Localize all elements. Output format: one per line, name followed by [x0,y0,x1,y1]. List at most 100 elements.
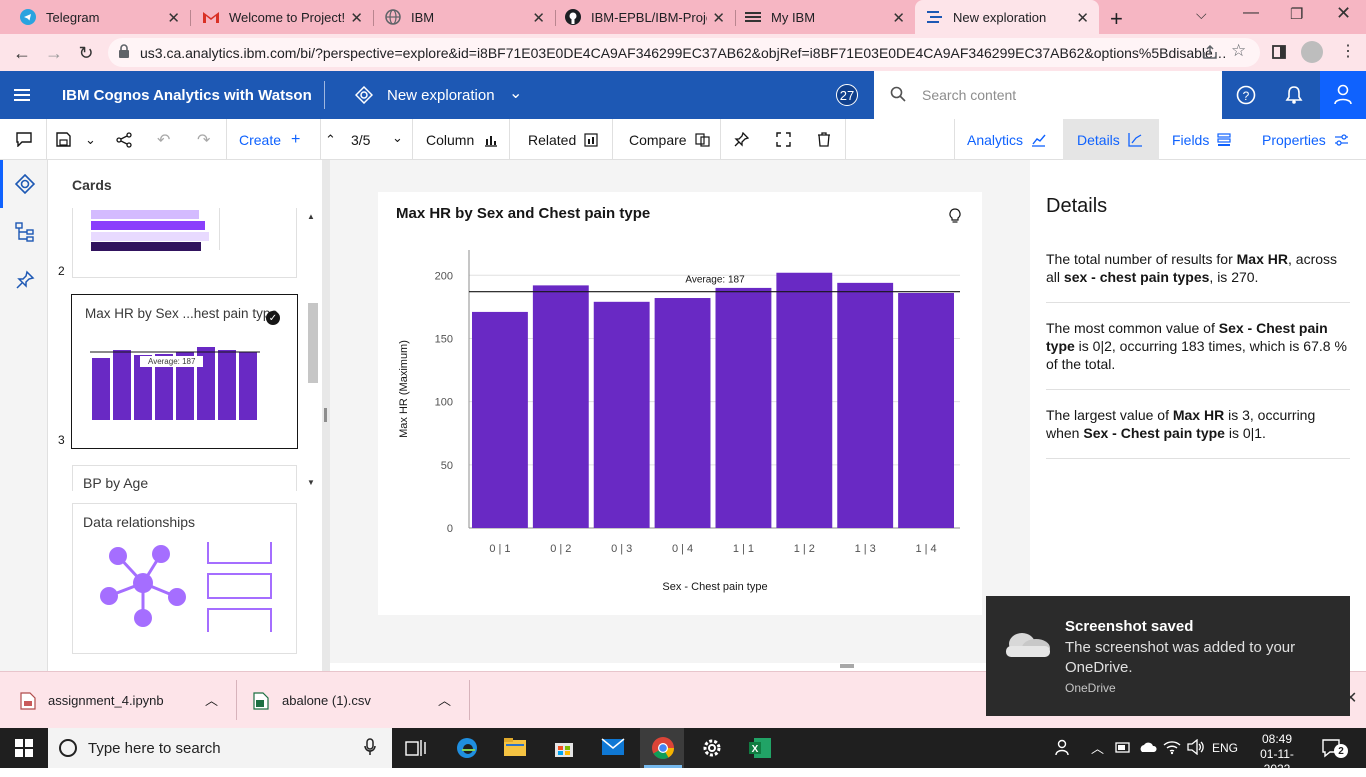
tab-search-chevron-icon[interactable]: ⌵ [1196,6,1207,23]
tab-my-ibm[interactable]: My IBM ✕ [725,0,915,34]
analytics-label: Analytics [967,131,1024,148]
tab-analytics[interactable]: Analytics [967,119,1046,160]
people-icon[interactable] [1055,738,1073,761]
hamburger-menu-icon[interactable] [10,83,34,107]
close-icon[interactable]: ✕ [892,9,905,27]
tab-details[interactable]: Details [1077,119,1143,160]
tab-github[interactable]: IBM-EPBL/IBM-Project ✕ [545,0,735,34]
settings-gear-icon[interactable] [700,736,724,760]
details-text: , is 270. [1209,269,1259,285]
excel-icon[interactable]: X [748,736,772,760]
volume-icon[interactable] [1187,738,1205,760]
notification-count-badge[interactable]: 27 [836,84,858,106]
compare-button[interactable]: Compare [629,119,710,160]
data-relationships-card[interactable]: Data relationships [72,503,297,654]
profile-avatar[interactable] [1301,41,1323,63]
chart-bar [898,292,954,528]
more-menu-icon[interactable]: ⋮ [1340,41,1356,61]
task-view-icon[interactable] [405,736,429,760]
taskbar-search-field[interactable]: Type here to search [48,728,392,768]
share-icon[interactable] [1202,44,1218,65]
x-tick-label: 0 | 1 [489,543,510,555]
search-content-field[interactable]: Search content [874,71,1222,119]
onedrive-toast[interactable]: Screenshot saved The screenshot was adde… [986,596,1350,716]
download-item[interactable]: assignment_4.ipynb [20,672,164,729]
close-icon[interactable]: ✕ [167,9,180,27]
svg-text:X: X [752,744,759,755]
mail-icon[interactable] [601,736,625,760]
pin-icon[interactable] [15,270,35,295]
edge-icon[interactable] [455,736,479,760]
onedrive-cloud-icon[interactable] [1139,740,1157,758]
cards-scrollbar-thumb[interactable] [308,303,318,383]
panel-resize-gutter[interactable] [322,160,330,671]
undo-icon[interactable]: ↶ [157,119,170,160]
exploration-title[interactable]: New exploration [387,87,495,104]
restore-button[interactable]: ❐ [1290,5,1303,23]
battery-icon[interactable] [1115,740,1131,759]
back-arrow-icon[interactable]: ← [11,42,33,64]
close-icon[interactable]: ✕ [1076,9,1089,27]
details-panel: Details The total number of results for … [1030,160,1366,671]
url-field[interactable]: us3.ca.analytics.ibm.com/bi/?perspective… [108,38,1260,67]
help-icon[interactable]: ? [1234,83,1258,107]
tab-fields[interactable]: Fields [1172,119,1231,160]
card-thumbnail-2[interactable] [72,208,297,278]
user-button[interactable] [1320,71,1366,119]
reload-icon[interactable]: ↻ [75,42,97,64]
visualization-card[interactable]: Max HR by Sex and Chest pain type 0 50 100… [378,192,982,615]
close-icon[interactable]: ✕ [350,9,363,27]
comment-icon[interactable] [16,119,32,160]
chrome-icon[interactable] [651,736,675,760]
language-indicator[interactable]: ENG [1212,741,1238,755]
chevron-up-icon[interactable]: ︿ [205,690,218,709]
redo-icon[interactable]: ↷ [197,119,210,160]
card-thumbnail-4[interactable]: BP by Age [72,465,297,491]
share-icon[interactable] [116,119,132,160]
tab-telegram[interactable]: Telegram ✕ [0,0,190,34]
toolbar-divider [720,119,721,160]
column-visualization-button[interactable]: Column [426,119,498,160]
chevron-up-icon[interactable]: ︿ [438,690,451,709]
pin-icon[interactable] [734,119,749,160]
scroll-up-arrow-icon[interactable]: ▲ [307,212,315,221]
bookmark-star-icon[interactable]: ☆ [1231,41,1246,61]
card-thumbnail-3-selected[interactable]: Max HR by Sex ...hest pain type ✓ Averag… [71,294,298,449]
window-close-button[interactable]: ✕ [1336,3,1351,24]
hierarchy-icon[interactable] [15,222,35,247]
windows-start-icon[interactable] [12,736,36,760]
download-item[interactable]: abalone (1).csv [253,672,371,729]
wifi-icon[interactable] [1163,739,1181,760]
show-hidden-icons-chevron[interactable]: ︿ [1091,738,1104,757]
close-icon[interactable]: ✕ [532,9,545,27]
cards-explore-icon[interactable] [14,173,36,199]
resize-handle[interactable] [324,408,327,422]
chevron-down-icon[interactable]: ⌄ [509,83,522,103]
close-icon[interactable]: ✕ [712,9,725,27]
forward-arrow-icon[interactable]: → [43,42,65,64]
save-chevron-icon[interactable]: ⌄ [85,119,96,160]
thumbnail-bar [91,232,209,241]
tab-ibm[interactable]: IBM ✕ [365,0,555,34]
trash-icon[interactable] [817,119,831,160]
bell-icon[interactable] [1282,83,1306,107]
microphone-icon[interactable] [364,738,376,760]
minimize-button[interactable]: — [1243,4,1259,22]
new-tab-button[interactable]: + [1110,6,1123,32]
clock[interactable]: 08:49 01-11-2022 [1247,732,1307,777]
previous-chevron-up-icon[interactable]: ⌃ [325,119,336,160]
tab-gmail[interactable]: Welcome to Project! D ✕ [183,0,373,34]
related-button[interactable]: Related [528,119,598,160]
create-button[interactable]: Create + [239,119,300,160]
focus-frame-icon[interactable] [776,119,791,160]
canvas-resize-handle[interactable] [840,664,854,668]
x-axis-title: Sex - Chest pain type [662,581,767,593]
tab-new-exploration[interactable]: New exploration ✕ [915,0,1099,34]
tab-properties[interactable]: Properties [1262,119,1349,160]
side-panel-icon[interactable] [1272,45,1286,64]
file-explorer-icon[interactable] [503,736,527,760]
chevron-down-icon[interactable]: ⌄ [392,117,403,158]
store-icon[interactable] [552,736,576,760]
save-icon[interactable] [56,119,71,160]
scroll-down-arrow-icon[interactable]: ▼ [307,478,315,487]
